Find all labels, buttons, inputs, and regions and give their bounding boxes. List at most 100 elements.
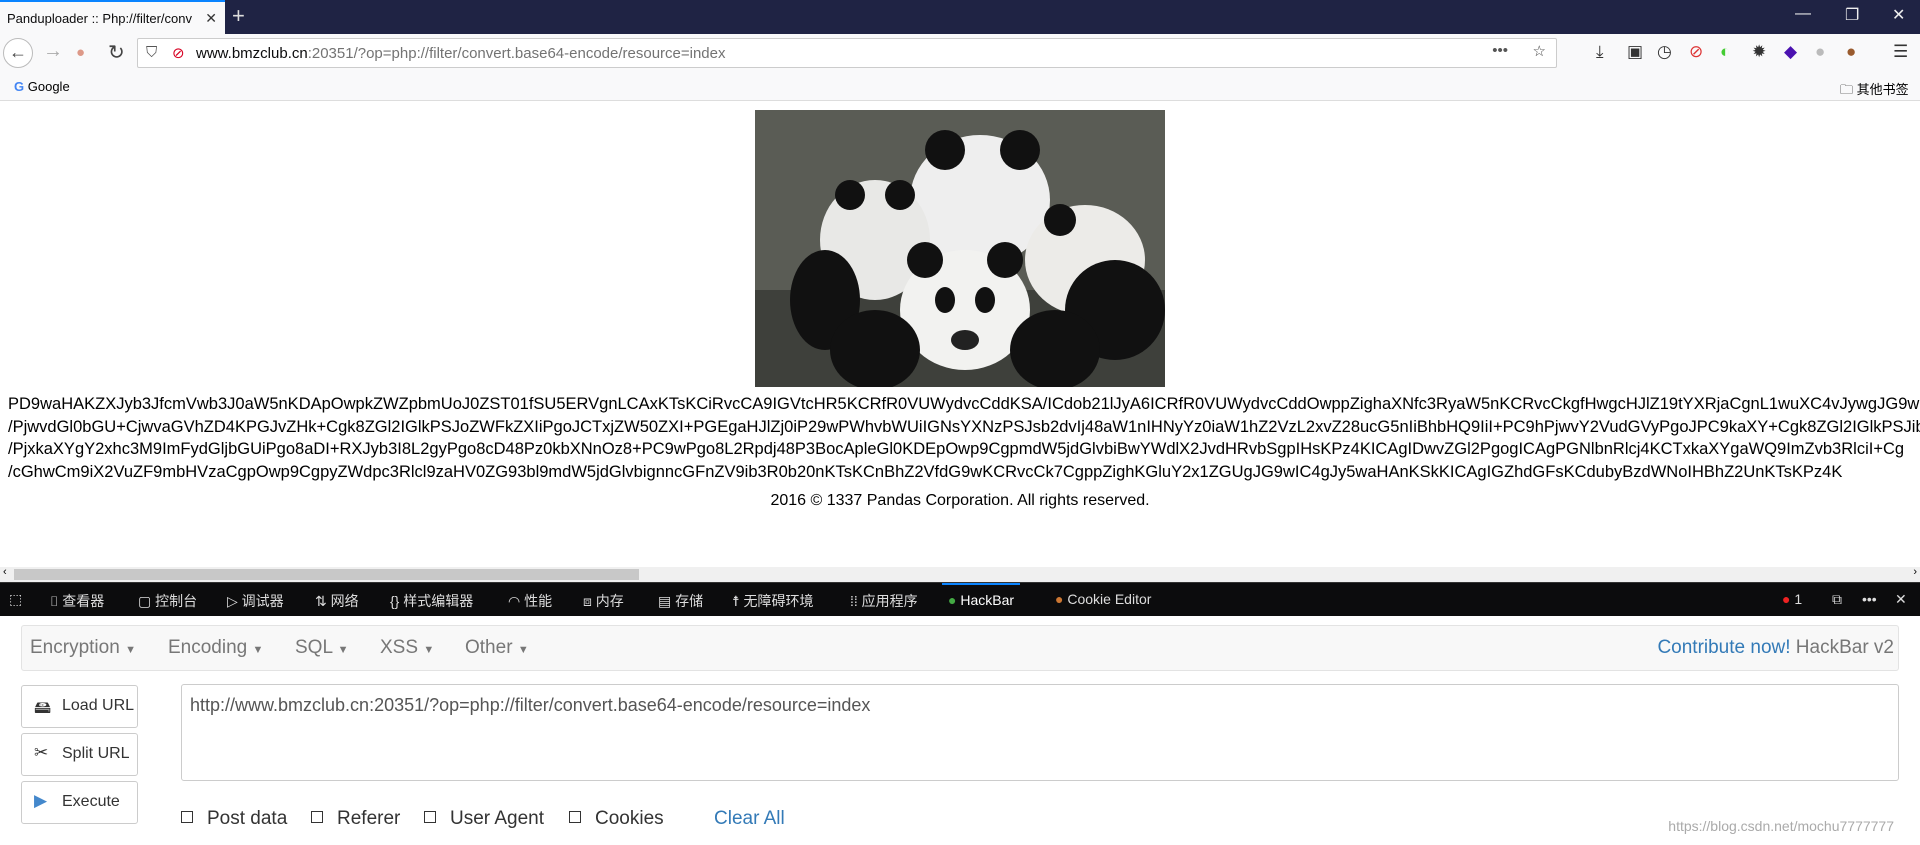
button-label: Load URL [62,697,135,714]
menu-other[interactable]: Other ▼ [465,637,529,659]
load-icon: 🖴 [34,698,52,717]
base64-line: /PjwvdGl0bGU+CjwvaGVhZD4KPGJvZHk+Cgk8ZGl… [8,417,1920,436]
checkbox[interactable] [569,811,581,823]
tab-active[interactable]: Panduploader :: Php://filter/conv ✕ [0,0,225,34]
tab-label: 调试器 [241,593,284,609]
menu-encoding[interactable]: Encoding ▼ [168,637,263,659]
devtools-tab-cookie-editor[interactable]: ● Cookie Editor [1055,591,1151,607]
tab-bar: Panduploader :: Php://filter/conv ✕ + — ❐… [0,0,1920,34]
bookmark-star-icon[interactable]: ☆ [1533,42,1546,60]
history-icon[interactable]: ◷ [1657,42,1672,62]
cookie-icon: ● [1055,591,1064,607]
devtools-tab-style-editor[interactable]: {} 样式编辑器 [390,591,473,611]
url-path: :20351/?op=php://filter/convert.base64-e… [307,45,726,62]
gear-icon[interactable]: ✹ [1752,42,1766,62]
download-icon[interactable]: ⤓ [1596,42,1604,62]
checkbox-post-data[interactable]: Post data [181,808,287,830]
shield-icon[interactable]: ⛉ [146,44,157,61]
forward-button[interactable]: → [43,40,63,63]
js-toggle-icon[interactable]: ◐ [1720,42,1730,62]
horizontal-scrollbar[interactable]: ‹ › [0,566,1920,582]
dock-icon[interactable]: ⧉ [1832,591,1842,608]
caret-down-icon: ▼ [337,644,349,656]
devtools-tab-network[interactable]: ⇅ 网络 [315,591,359,611]
extension-gray-icon[interactable]: ● [1815,42,1825,62]
execute-button[interactable]: ▶ Execute [21,781,138,824]
menu-label: Encoding [168,637,248,658]
checkbox[interactable] [424,811,436,823]
page-content: PD9waHAKZXJyb3JfcmVwb3J0aW5nKDApOwpkZWZp… [0,101,1920,567]
close-window-icon[interactable]: ✕ [1892,5,1905,25]
tab-label: HackBar [960,592,1015,608]
devtools-tab-inspector[interactable]: ⌷ 查看器 [50,591,104,611]
back-button[interactable]: ← [3,38,33,68]
watermark: https://blog.csdn.net/mochu7777777 [1668,818,1894,834]
caret-down-icon: ▼ [125,644,136,656]
checkbox-user-agent[interactable]: User Agent [424,808,544,830]
menu-encryption[interactable]: Encryption ▼ [30,637,136,659]
url-bar[interactable]: ⛉ ⊘ www.bmzclub.cn:20351/?op=php://filte… [137,38,1557,68]
load-url-button[interactable]: 🖴 Load URL [21,685,138,728]
base64-output: PD9waHAKZXJyb3JfcmVwb3J0aW5nKDApOwpkZWZp… [8,393,1920,484]
caret-down-icon: ▼ [517,644,529,656]
other-bookmarks[interactable]: 🗀 其他书签 [1840,79,1909,103]
button-label: Execute [62,793,120,810]
bookmark-google[interactable]: G Google [14,79,70,94]
scroll-left-icon[interactable]: ‹ [3,566,7,578]
reader-icon[interactable]: ▣ [1627,42,1643,62]
checkbox-referer[interactable]: Referer [311,808,400,830]
play-icon: ▶ [34,791,48,810]
panda-image [755,110,1165,387]
devtools-tab-hackbar[interactable]: ● HackBar [942,583,1021,608]
menu-xss[interactable]: XSS ▼ [380,637,434,659]
clear-all-link[interactable]: Clear All [714,808,785,830]
checkbox[interactable] [181,811,193,823]
devtools-tab-debugger[interactable]: ▷ 调试器 [227,591,284,611]
error-count-label: 1 [1794,591,1803,607]
devtools-tab-accessibility[interactable]: ☨ 无障碍环境 [732,591,814,611]
contribute-link[interactable]: Contribute now! [1657,637,1790,658]
devtools-tab-storage[interactable]: ▤ 存储 [658,591,703,611]
tab-label: 应用程序 [861,593,918,609]
minimize-icon[interactable]: — [1795,5,1811,23]
tab-title: Panduploader :: Php://filter/conv [7,11,193,26]
cookie-icon[interactable]: ● [1846,42,1856,62]
more-options-icon[interactable]: ••• [1862,591,1877,607]
scrollbar-thumb[interactable] [14,569,639,580]
tab-label: 样式编辑器 [403,593,474,609]
reload-button[interactable]: ↻ [108,40,125,65]
page-footer: 2016 © 1337 Pandas Corporation. All righ… [770,492,1150,509]
devtools-tab-application[interactable]: ⁞⁞ 应用程序 [850,591,918,611]
base64-line: /cGhwCm9iX2VuZF9mbHVzaCgpOwp9CgpyZWdpc3R… [8,463,1843,482]
close-devtools-icon[interactable]: ✕ [1895,591,1907,608]
checkbox-cookies[interactable]: Cookies [569,808,664,830]
nav-bar: ← → ● ↻ ⛉ ⊘ www.bmzclub.cn:20351/?op=php… [0,34,1920,73]
google-icon: G [14,79,25,94]
blocker-icon[interactable]: ⊘ [1689,42,1703,62]
devtools-tab-console[interactable]: ▢ 控制台 [138,591,197,611]
hackbar-version: HackBar v2 [1795,637,1894,658]
error-count[interactable]: ● 1 [1782,591,1802,607]
checkbox[interactable] [311,811,323,823]
element-picker-icon[interactable]: ⬚ [9,591,22,608]
layers-icon[interactable]: ◆ [1784,42,1797,62]
checkbox-label: Cookies [595,808,664,829]
new-tab-button[interactable]: + [232,3,245,29]
menu-label: Encryption [30,637,120,658]
tab-label: 内存 [595,593,624,609]
devtools-tab-memory[interactable]: ⧈ 内存 [583,591,624,611]
menu-label: SQL [295,637,333,658]
split-url-button[interactable]: ✂ Split URL [21,733,138,776]
page-actions-icon[interactable]: ••• [1492,42,1508,59]
menu-icon[interactable]: ☰ [1893,42,1908,62]
close-tab-icon[interactable]: ✕ [205,10,217,27]
insecure-lock-icon[interactable]: ⊘ [172,44,185,62]
restore-icon[interactable]: ❐ [1845,5,1859,25]
menu-sql[interactable]: SQL ▼ [295,637,349,659]
checkbox-label: Post data [207,808,288,829]
hackbar-icon: ● [948,592,957,608]
extension-icon[interactable]: ● [76,44,85,61]
scroll-right-icon[interactable]: › [1913,566,1917,578]
devtools-tab-performance[interactable]: ◠ 性能 [508,591,552,611]
url-textarea[interactable]: http://www.bmzclub.cn:20351/?op=php://fi… [181,684,1899,781]
